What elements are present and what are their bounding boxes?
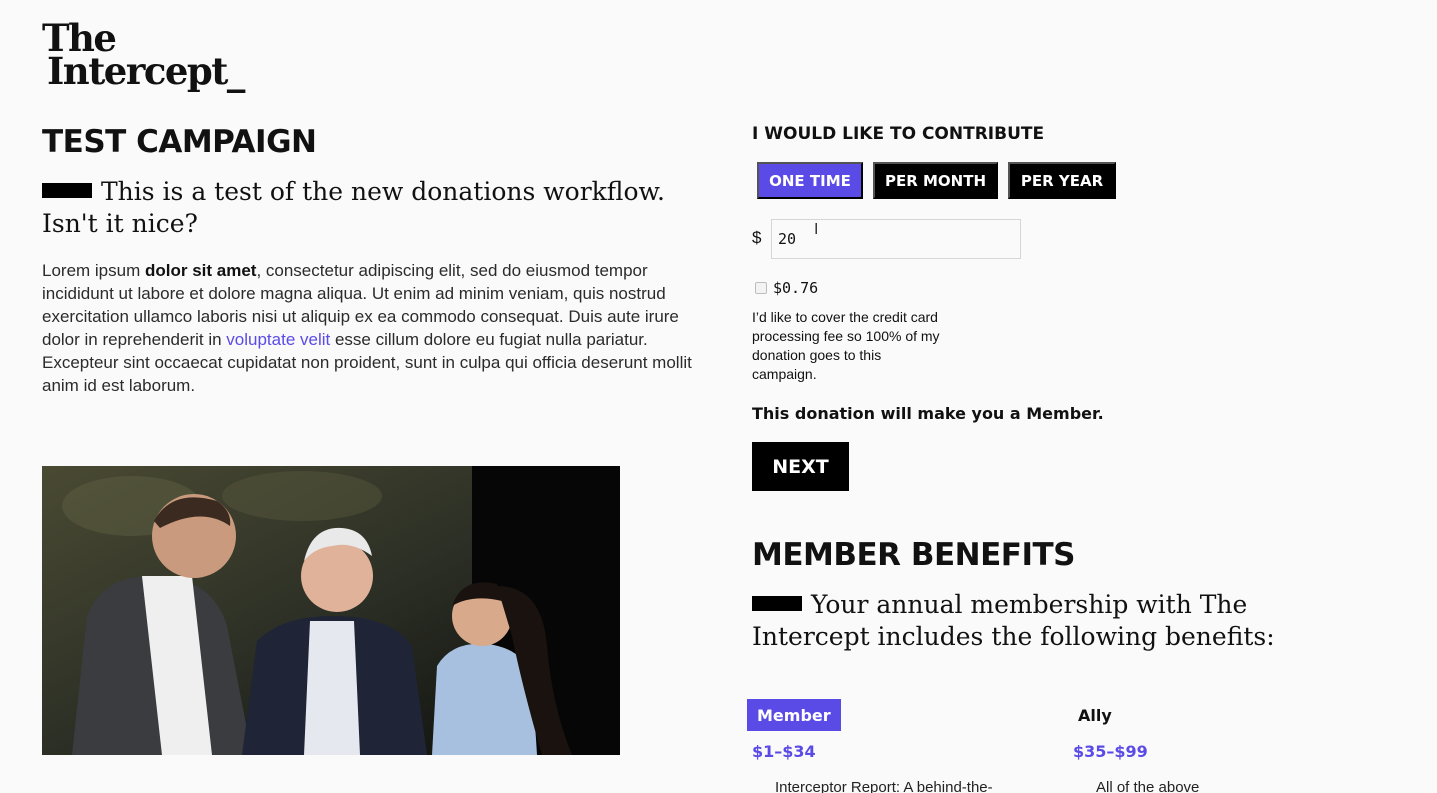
frequency-one-time-button[interactable]: ONE TIME: [757, 162, 863, 199]
frequency-per-year-button[interactable]: PER YEAR: [1008, 162, 1116, 199]
tier-desc-ally: All of the above: [1096, 779, 1200, 793]
tier-desc-member: Interceptor Report: A behind-the-: [775, 779, 993, 793]
tier-range-member: $1–$34: [752, 742, 816, 761]
text-cursor-icon: I: [814, 221, 819, 238]
body-text-part: Lorem ipsum: [42, 261, 145, 280]
member-note: This donation will make you a Member.: [752, 404, 1104, 423]
frequency-per-month-button[interactable]: PER MONTH: [873, 162, 998, 199]
campaign-lede: This is a test of the new donations work…: [42, 176, 692, 240]
body-bold-text: dolor sit amet: [144, 261, 257, 280]
tier-tab-ally[interactable]: Ally: [1068, 699, 1122, 731]
tier-range-ally: $35–$99: [1073, 742, 1148, 761]
next-button[interactable]: NEXT: [752, 442, 849, 491]
body-link[interactable]: voluptate velit: [226, 330, 330, 349]
lede-bar: [752, 596, 802, 611]
campaign-title: TEST CAMPAIGN: [42, 124, 317, 160]
benefits-title: MEMBER BENEFITS: [752, 537, 1075, 573]
fee-description: I’d like to cover the credit card proces…: [752, 309, 940, 382]
campaign-photo: [42, 466, 620, 755]
campaign-photo-illustration: [42, 466, 620, 755]
fee-checkbox[interactable]: [755, 282, 767, 294]
benefits-lede: Your annual membership with The Intercep…: [752, 589, 1312, 653]
contribute-label: I WOULD LIKE TO CONTRIBUTE: [752, 124, 1045, 144]
amount-input[interactable]: [771, 219, 1021, 259]
donation-page: The Intercept_ TEST CAMPAIGN This is a t…: [0, 0, 1437, 793]
lede-bar: [42, 183, 92, 198]
logo-line-2: Intercept_: [47, 49, 245, 93]
currency-symbol: $: [752, 228, 762, 247]
campaign-body: Lorem ipsum dolor sit amet, consectetur …: [42, 259, 692, 397]
campaign-lede-text: This is a test of the new donations work…: [42, 177, 665, 238]
benefits-lede-text: Your annual membership with The Intercep…: [752, 590, 1275, 651]
site-logo[interactable]: The Intercept_: [42, 20, 245, 93]
tier-tab-member[interactable]: Member: [747, 699, 841, 731]
fee-amount: $0.76: [773, 279, 819, 297]
